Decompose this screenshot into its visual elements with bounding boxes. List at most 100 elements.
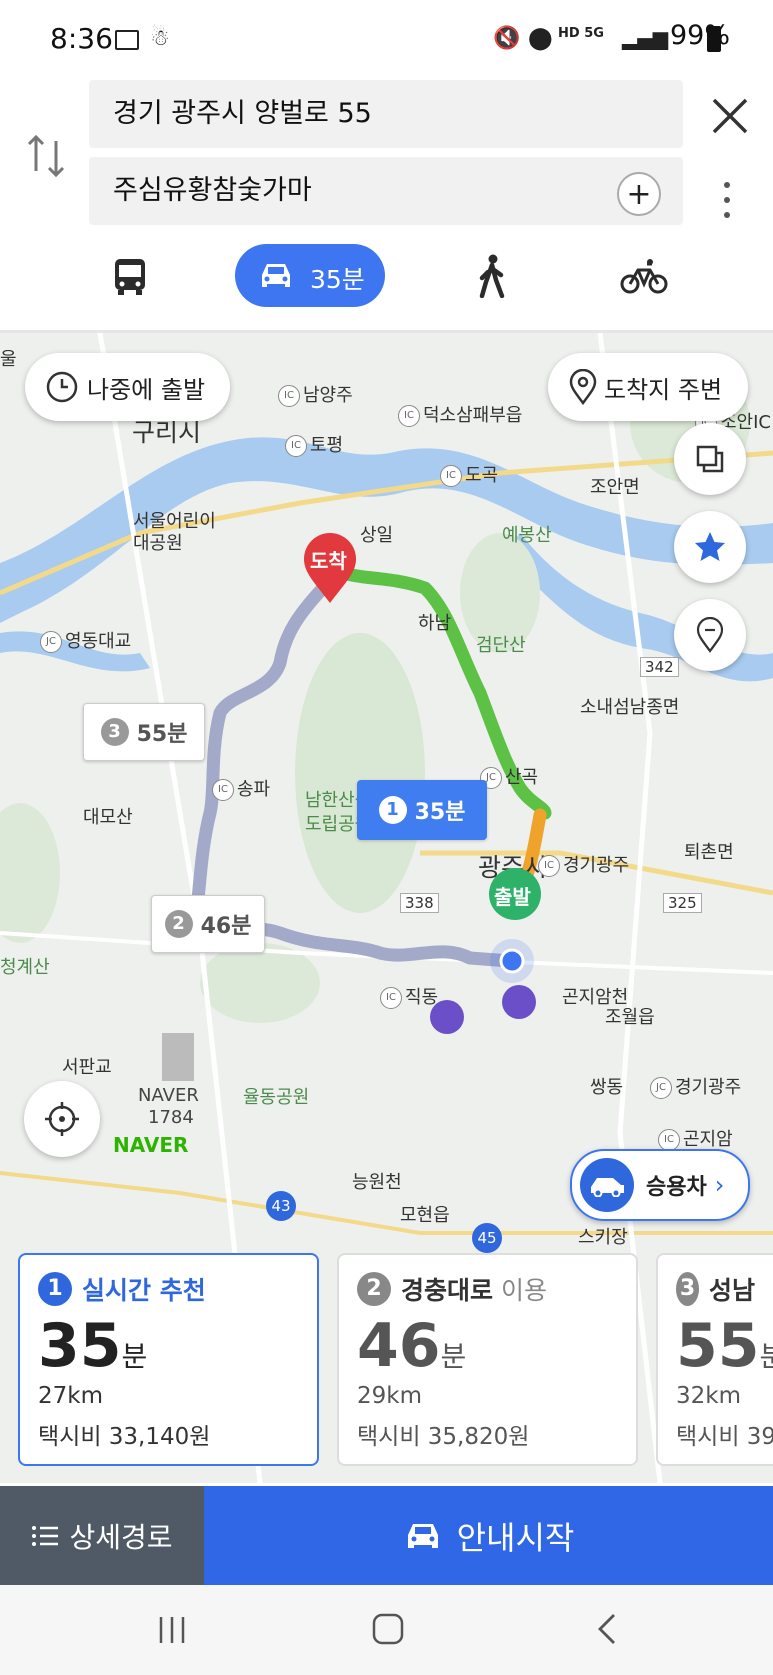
favorite-button[interactable] [674, 511, 746, 583]
clock-icon [46, 371, 78, 403]
start-navigation-button[interactable]: 안내시작 [204, 1486, 773, 1585]
route-time: 35분 [414, 800, 466, 825]
more-icon[interactable] [717, 180, 737, 220]
detailed-route-button[interactable]: 상세경로 [0, 1486, 204, 1585]
battery-icon [707, 26, 721, 52]
list-icon [32, 1525, 59, 1546]
later-departure-label: 나중에 출발 [87, 375, 206, 404]
walk-mode-icon[interactable] [474, 254, 510, 298]
map-label: IC 송파 [212, 775, 270, 801]
add-place-button[interactable] [674, 599, 746, 671]
route-title-suffix: 이용 [493, 1276, 547, 1305]
route-3-tag[interactable]: 3 55분 [83, 703, 205, 761]
route-fare: 택시비 33,140원 [38, 1424, 211, 1450]
bus-mode-icon[interactable] [110, 256, 150, 296]
map-label: IC 곤지암 [658, 1125, 733, 1151]
system-nav-bar [0, 1585, 773, 1675]
route-time-unit: 분 [760, 1340, 773, 1373]
chevron-right-icon: › [714, 1171, 725, 1199]
road-number: 43 [266, 1191, 296, 1221]
near-destination-button[interactable]: 도착지 주변 [548, 353, 748, 421]
car-icon [262, 264, 290, 287]
car-badge [580, 1158, 634, 1212]
signal-icon: ▂▄▆ [622, 26, 669, 50]
map-label: 청계산 [0, 957, 50, 978]
map-label: 예봉산 [502, 525, 552, 546]
map-label: IC 직동 [380, 983, 438, 1009]
route-number: 3 [100, 718, 129, 746]
road-number: 325 [663, 893, 702, 913]
star-icon [695, 532, 725, 561]
location-icon: ⬤ [528, 26, 553, 51]
notification-icon: ☃ [150, 26, 170, 51]
battery-level: 99% [670, 20, 731, 51]
route-number: 2 [164, 910, 193, 938]
map-label: 서울어린이 대공원 [133, 511, 216, 554]
map-label: 율동공원 [243, 1087, 310, 1108]
close-icon[interactable] [708, 94, 752, 138]
route-time: 46 [357, 1311, 441, 1381]
map-label: 스키장 [578, 1227, 628, 1248]
poi-icon[interactable] [430, 1000, 464, 1034]
map-label: 모현읍 [400, 1205, 450, 1226]
car-mode-button[interactable]: 35분 [235, 244, 385, 307]
map-label: 하남 [418, 613, 452, 634]
origin-field[interactable]: 경기 광주시 양벌로 55 [89, 80, 683, 148]
map-label: JC 영동대교 [40, 627, 131, 653]
back-icon[interactable] [592, 1611, 620, 1647]
vehicle-type-label: 승용차 [646, 1175, 707, 1200]
route-distance: 29km [357, 1383, 422, 1409]
map-label: 퇴촌면 [684, 842, 734, 863]
route-number-badge: 2 [357, 1272, 391, 1306]
add-waypoint-button[interactable]: + [617, 172, 661, 216]
home-icon[interactable] [502, 985, 536, 1019]
bike-mode-icon[interactable] [620, 258, 668, 294]
destination-pin[interactable]: 도착 [301, 531, 359, 605]
route-card-2[interactable]: 2 경충대로 이용 46분 29km 택시비 35,820원 [337, 1253, 638, 1466]
route-search-header: 경기 광주시 양벌로 55 주심유황참숯가마 + 35분 [0, 78, 773, 333]
departure-pin-label: 출발 [494, 885, 531, 909]
route-title: 실시간 추천 [82, 1276, 206, 1305]
car-icon [591, 1178, 624, 1197]
current-location-button[interactable] [24, 1081, 100, 1157]
destination-pin-label: 도착 [310, 549, 347, 573]
route-1-tag[interactable]: 1 35분 [357, 780, 487, 840]
map-label: 대모산 [83, 807, 133, 828]
layers-button[interactable] [674, 423, 746, 495]
departure-pin[interactable]: 출발 [487, 868, 543, 928]
near-destination-label: 도착지 주변 [604, 375, 723, 404]
swap-icon[interactable] [26, 133, 66, 179]
later-departure-button[interactable]: 나중에 출발 [25, 353, 230, 421]
map-label: IC 도곡 [440, 461, 498, 487]
map-label: 소내섬남종면 [580, 697, 680, 718]
car-mode-time: 35분 [310, 265, 365, 294]
map-label: JC 경기광주 [650, 1073, 741, 1099]
road-number: 342 [640, 657, 679, 677]
destination-field[interactable]: 주심유황참숯가마 [89, 157, 683, 225]
route-2-tag[interactable]: 2 46분 [151, 895, 265, 953]
map-label: IC 남양주 [278, 381, 353, 407]
status-time: 8:36 [50, 22, 113, 55]
route-distance: 32km [676, 1383, 741, 1409]
map-label: IC 덕소삼패부읍 [398, 401, 522, 427]
recent-apps-icon[interactable] [155, 1613, 189, 1647]
map-label: 쌍동 [590, 1077, 624, 1098]
vehicle-type-button[interactable]: 승용차 › [570, 1149, 750, 1221]
route-number-badge: 1 [38, 1272, 72, 1306]
building-icon [162, 1033, 194, 1081]
home-button-icon[interactable] [370, 1611, 406, 1647]
map-label: 울 [0, 349, 17, 370]
route-number-badge: 3 [676, 1272, 699, 1306]
start-navigation-label: 안내시작 [456, 1518, 575, 1557]
pin-icon [569, 369, 597, 405]
route-card-3[interactable]: 3 성남 55분 32km 택시비 39 [656, 1253, 773, 1466]
calendar-icon [115, 30, 139, 50]
route-time: 55 [676, 1311, 760, 1381]
route-time: 46분 [200, 914, 252, 939]
route-fare: 택시비 35,820원 [357, 1424, 530, 1450]
status-bar: 8:36 ☃ 🔇 ⬤ HD 5G ▂▄▆ 99% [0, 0, 773, 78]
map-label: JC 산곡 [480, 763, 538, 789]
route-card-1[interactable]: 1 실시간 추천 35분 27km 택시비 33,140원 [18, 1253, 319, 1466]
car-icon [407, 1523, 438, 1548]
route-time-unit: 분 [440, 1340, 467, 1373]
